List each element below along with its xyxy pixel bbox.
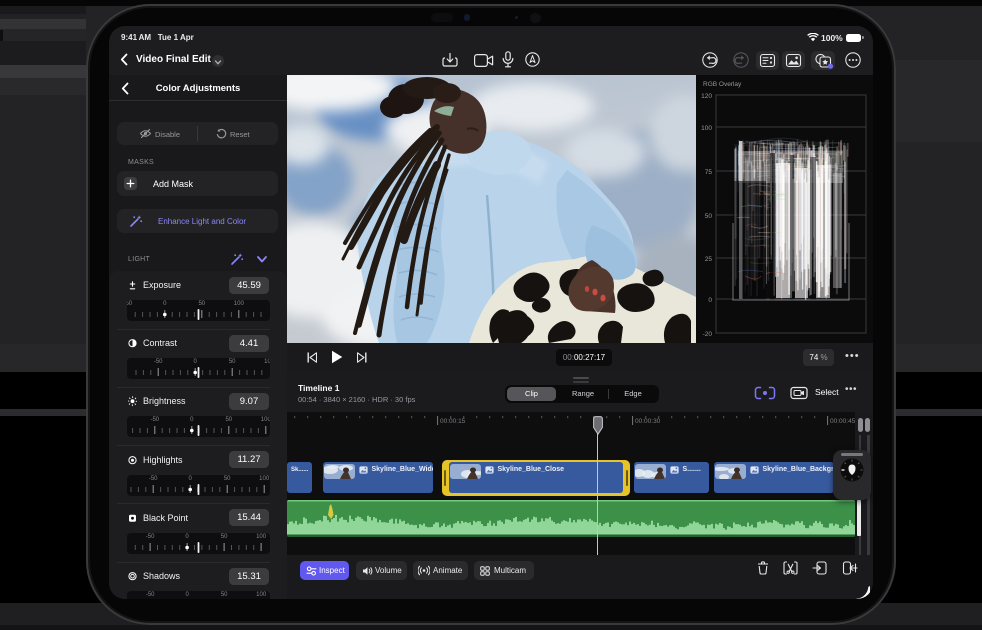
- svg-text:-20: -20: [703, 331, 713, 338]
- svg-text:75: 75: [705, 169, 713, 176]
- svg-text:100: 100: [701, 125, 712, 132]
- svg-text:50: 50: [705, 213, 713, 220]
- svg-text:25: 25: [705, 256, 713, 263]
- svg-text:0: 0: [708, 297, 712, 304]
- svg-text:120: 120: [701, 93, 712, 100]
